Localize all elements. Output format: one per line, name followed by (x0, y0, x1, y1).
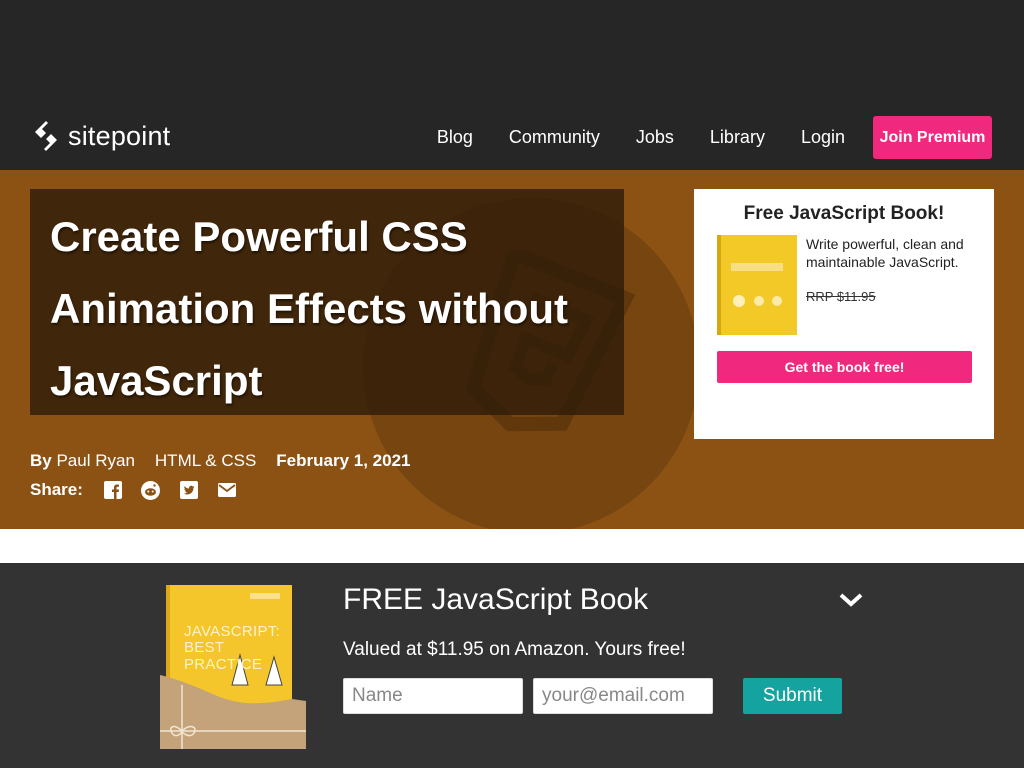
submit-button[interactable]: Submit (743, 678, 842, 714)
email-icon[interactable] (217, 480, 237, 500)
promo-description: Write powerful, clean and maintainable J… (806, 236, 964, 270)
share-bar: Share: (30, 480, 237, 500)
share-icons (103, 480, 237, 500)
join-premium-button[interactable]: Join Premium (873, 116, 992, 159)
offer-heading: FREE JavaScript Book (343, 583, 649, 616)
book-title-line1: JAVASCRIPT: (184, 623, 281, 640)
content-spacer (0, 529, 1024, 563)
author-name: Paul Ryan (56, 451, 135, 470)
article-hero: Create Powerful CSS Animation Effects wi… (0, 170, 1024, 529)
reddit-icon[interactable] (141, 480, 161, 500)
nav-blog[interactable]: Blog (437, 127, 473, 148)
chevron-down-icon[interactable] (838, 591, 864, 609)
promo-book-cover[interactable] (717, 235, 797, 335)
promo-rrp-price: RRP $11.95 (806, 289, 876, 304)
author-prefix: By (30, 451, 52, 470)
nav-login[interactable]: Login (801, 127, 845, 148)
share-label: Share: (30, 480, 83, 499)
article-meta: By Paul Ryan HTML & CSS February 1, 2021 (30, 451, 411, 471)
nav-community[interactable]: Community (509, 127, 600, 148)
promo-title: Free JavaScript Book! (743, 203, 945, 224)
sitepoint-logo[interactable]: sitepoint (32, 120, 170, 152)
article-title: Create Powerful CSS Animation Effects wi… (50, 213, 568, 404)
article-category[interactable]: HTML & CSS (155, 451, 256, 471)
top-header: sitepoint Blog Community Jobs Library Lo… (0, 0, 1024, 170)
free-book-signup-bar: JAVASCRIPT: BEST PRACTICE FREE JavaScrip… (0, 563, 1024, 768)
article-title-box: Create Powerful CSS Animation Effects wi… (30, 189, 624, 415)
main-nav: Blog Community Jobs Library Login Join P… (401, 116, 992, 159)
facebook-icon[interactable] (103, 480, 123, 500)
name-input[interactable] (343, 678, 523, 714)
offer-subtext: Valued at $11.95 on Amazon. Yours free! (343, 639, 686, 660)
logo-text: sitepoint (68, 120, 171, 151)
article-date: February 1, 2021 (276, 451, 411, 470)
book-package-image: JAVASCRIPT: BEST PRACTICE (160, 585, 306, 749)
twitter-icon[interactable] (179, 480, 199, 500)
article-author[interactable]: By Paul Ryan (30, 451, 135, 471)
nav-jobs[interactable]: Jobs (636, 127, 674, 148)
email-input[interactable] (533, 678, 713, 714)
sitepoint-logo-icon (35, 121, 57, 151)
book-title-line2: BEST PRACTICE (184, 639, 263, 673)
kraft-paper-wrap (160, 675, 306, 749)
free-book-promo: Free JavaScript Book! Write powerful, cl… (694, 189, 994, 439)
nav-library[interactable]: Library (710, 127, 765, 148)
get-book-free-button[interactable]: Get the book free! (717, 351, 972, 383)
